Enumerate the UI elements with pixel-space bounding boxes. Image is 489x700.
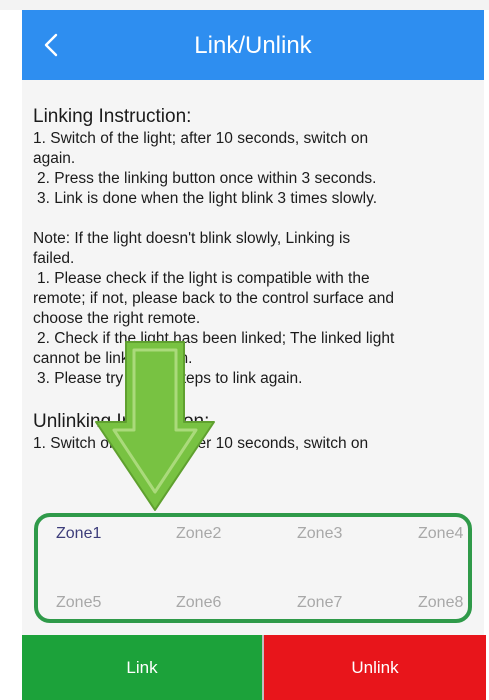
note-line: cannot be linked again.: [33, 350, 193, 367]
note-line: 2. Check if the light has been linked; T…: [37, 330, 395, 347]
unlinking-title: Unlinking Instruction:: [33, 411, 210, 432]
page-title: Link/Unlink: [194, 32, 312, 59]
note-line: 3. Please try above steps to link again.: [37, 370, 303, 387]
linking-step: 1. Switch of the light; after 10 seconds…: [33, 130, 369, 147]
linking-step: 2. Press the linking button once within …: [37, 170, 377, 187]
zone-selector: Zone1 Zone2 Zone3 Zone4 Zone5 Zone6 Zone…: [22, 505, 484, 635]
zone-8[interactable]: Zone8: [418, 593, 463, 613]
note-line: choose the right remote.: [33, 310, 201, 327]
zone-5[interactable]: Zone5: [56, 593, 101, 613]
unlink-button[interactable]: Unlink: [262, 635, 486, 700]
note-line: failed.: [33, 250, 75, 267]
instructions-panel: Linking Instruction: 1. Switch of the li…: [22, 80, 484, 505]
linking-step: again.: [33, 150, 76, 167]
zone-2[interactable]: Zone2: [176, 524, 221, 544]
action-bar: Link Unlink: [22, 635, 486, 700]
note-line: 1. Please check if the light is compatib…: [37, 270, 370, 287]
zone-4[interactable]: Zone4: [418, 524, 463, 544]
zone-7[interactable]: Zone7: [297, 593, 342, 613]
app-header: Link/Unlink: [22, 10, 484, 80]
note-line: remote; if not, please back to the contr…: [33, 290, 395, 307]
linking-title: Linking Instruction:: [33, 106, 192, 127]
linking-step: 3. Link is done when the light blink 3 t…: [37, 190, 378, 207]
unlinking-step: 1. Switch of the light; after 10 seconds…: [33, 435, 369, 452]
note-line: Note: If the light doesn't blink slowly,…: [33, 230, 351, 247]
status-strip: [0, 0, 489, 10]
zone-1[interactable]: Zone1: [56, 524, 101, 544]
zone-6[interactable]: Zone6: [176, 593, 221, 613]
zone-3[interactable]: Zone3: [297, 524, 342, 544]
link-button[interactable]: Link: [22, 635, 262, 700]
